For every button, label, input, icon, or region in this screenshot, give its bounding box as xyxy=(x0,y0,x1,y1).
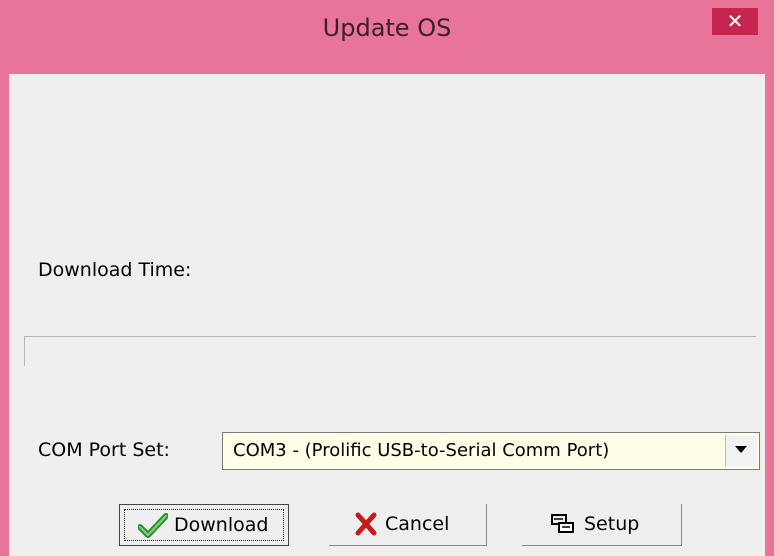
title-bar[interactable]: Update OS ✕ xyxy=(0,0,774,74)
close-icon: ✕ xyxy=(726,9,744,33)
setup-icon xyxy=(551,514,574,533)
setup-button[interactable]: Setup xyxy=(522,504,682,546)
download-button[interactable]: Download xyxy=(119,504,289,546)
download-progress-bar xyxy=(24,336,756,366)
window-title: Update OS xyxy=(322,14,452,42)
cancel-button-label: Cancel xyxy=(385,513,450,535)
dialog-body: Download Time: COM Port Set: COM3 - (Pro… xyxy=(9,74,765,556)
x-icon xyxy=(355,512,377,536)
com-port-label: COM Port Set: xyxy=(38,439,170,461)
chevron-down-icon xyxy=(735,446,747,453)
close-button[interactable]: ✕ xyxy=(712,8,758,35)
com-port-selected-value: COM3 - (Prolific USB-to-Serial Comm Port… xyxy=(233,440,610,461)
update-os-dialog: Update OS ✕ Download Time: COM Port Set:… xyxy=(0,0,774,556)
checkmark-icon xyxy=(138,513,168,538)
cancel-button[interactable]: Cancel xyxy=(329,504,487,546)
com-port-select[interactable]: COM3 - (Prolific USB-to-Serial Comm Port… xyxy=(222,432,760,470)
download-button-label: Download xyxy=(174,514,269,536)
download-time-label: Download Time: xyxy=(38,259,192,281)
setup-button-label: Setup xyxy=(584,513,640,535)
dropdown-arrow-button[interactable] xyxy=(725,435,757,467)
